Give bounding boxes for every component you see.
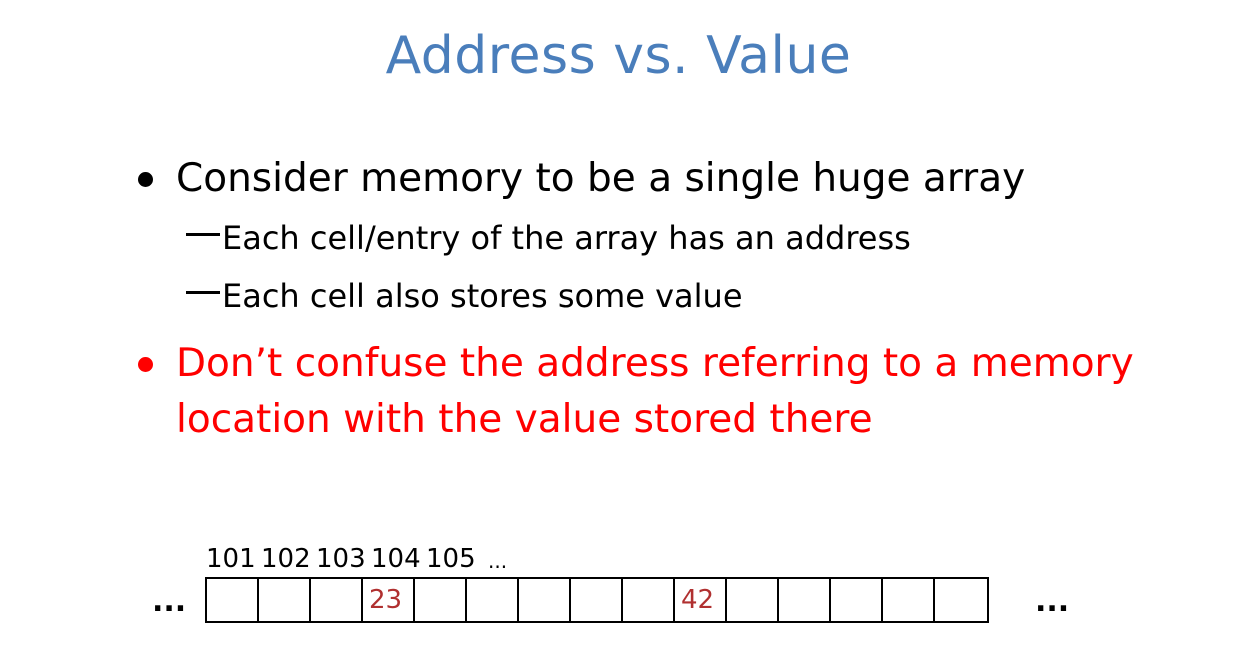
slide-title: Address vs. Value (385, 26, 852, 86)
bullet-dot-icon (138, 172, 153, 187)
memory-cell (207, 579, 259, 621)
memory-cell (571, 579, 623, 621)
address-label: 104 (371, 544, 421, 574)
subbullet-2-text: Each cell also stores some value (222, 277, 743, 315)
memory-cell (311, 579, 363, 621)
dash-icon (186, 290, 220, 294)
memory-cell (519, 579, 571, 621)
memory-cell (727, 579, 779, 621)
memory-cell (935, 579, 987, 621)
subbullet-2: Each cell also stores some value (186, 277, 743, 315)
bullet-dot-icon (138, 357, 153, 372)
subbullet-1-text: Each cell/entry of the array has an addr… (222, 219, 911, 257)
subbullet-1: Each cell/entry of the array has an addr… (186, 219, 911, 257)
memory-cell (415, 579, 467, 621)
memory-cell (779, 579, 831, 621)
right-ellipsis: ... (1035, 584, 1070, 619)
address-label: 105 (426, 544, 476, 574)
bullet-1-text: Consider memory to be a single huge arra… (176, 156, 1026, 201)
dash-icon (186, 232, 220, 236)
memory-cell (831, 579, 883, 621)
left-ellipsis: ... (152, 584, 187, 619)
memory-cell (467, 579, 519, 621)
address-label: 101 (206, 544, 256, 574)
bullet-2-text: Don’t confuse the address referring to a… (176, 341, 1134, 442)
memory-array: 23 42 (205, 577, 989, 623)
memory-cell-value: 23 (363, 579, 415, 621)
memory-cell (259, 579, 311, 621)
address-ellipsis: ... (488, 549, 508, 573)
memory-cell-value: 42 (675, 579, 727, 621)
memory-cell (883, 579, 935, 621)
memory-cell (623, 579, 675, 621)
address-label: 102 (261, 544, 311, 574)
bullet-1: Consider memory to be a single huge arra… (138, 151, 1026, 207)
bullet-2: Don’t confuse the address referring to a… (138, 336, 1136, 448)
address-label: 103 (316, 544, 366, 574)
